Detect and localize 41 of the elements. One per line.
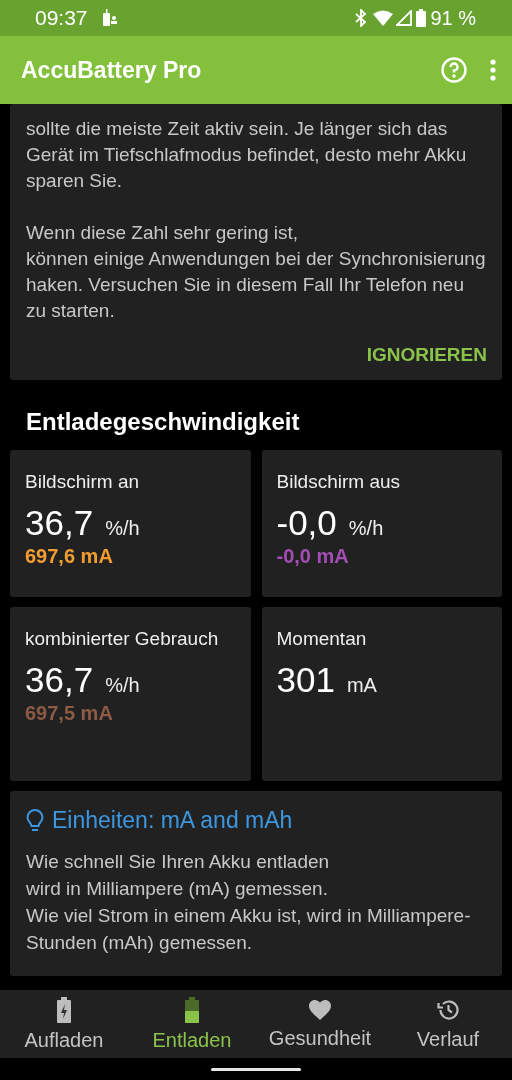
nav-tab[interactable]: Verlauf xyxy=(384,990,512,1058)
wifi-icon xyxy=(373,10,394,26)
section-title: Entladegeschwindigkeit xyxy=(26,408,301,436)
rate-value: 36,7 xyxy=(25,503,94,543)
lightbulb-icon xyxy=(26,808,44,833)
rate-unit: %/h xyxy=(348,517,384,540)
notice-text: Wenn diese Zahl sehr gering ist, können einige Anwendungen bei der Synchronisierung haken. Versuchen Sie in diesem Fall Ihr Telefon neu zu starten. xyxy=(26,221,487,323)
rate-label: Bildschirm aus xyxy=(276,470,402,494)
heart-icon xyxy=(307,998,333,1021)
nav-tab[interactable]: Gesundheit xyxy=(256,990,384,1058)
battery-bolt-icon xyxy=(57,996,71,1023)
battery-status-icon xyxy=(416,9,427,27)
rate-value: -0,0 xyxy=(276,503,337,543)
rate-value: 301 xyxy=(276,660,335,700)
battery-icon xyxy=(185,996,199,1023)
rate-label: Bildschirm an xyxy=(25,470,141,494)
nav-tab[interactable]: Entladen xyxy=(128,990,256,1058)
help-button[interactable] xyxy=(440,56,468,84)
status-time: 09:37 xyxy=(35,6,88,30)
notice-text: sollte die meiste Zeit aktiv sein. Je länger sich das Gerät im Tiefschlafmodus befindet, desto mehr Akku sparen Sie. xyxy=(26,117,468,193)
phone-person-icon xyxy=(101,9,118,27)
app-title: AccuBattery Pro xyxy=(21,56,203,84)
signal-icon xyxy=(396,10,413,26)
current-value: 697,6 mA xyxy=(25,545,114,568)
rate-label: Momentan xyxy=(276,627,368,651)
bluetooth-icon xyxy=(355,9,368,27)
rate-value: 36,7 xyxy=(25,660,94,700)
ignore-button[interactable]: IGNORIEREN xyxy=(366,344,487,366)
rate-unit: %/h xyxy=(105,674,140,697)
nav-tab[interactable]: Aufladen xyxy=(0,990,128,1058)
info-text: Wie schnell Sie Ihren Akku entladen wird in Milliampere (mA) gemessen. Wie viel Strom in einem Akku ist, wird in Milliampere-Stunden (mAh) gemessen. xyxy=(26,850,472,955)
rate-unit: %/h xyxy=(105,517,140,540)
battery-percentage: 91 % xyxy=(430,6,476,30)
rate-unit: mA xyxy=(346,674,377,697)
current-value: 697,5 mA xyxy=(25,702,114,725)
current-value: -0,0 mA xyxy=(276,545,350,568)
info-title: Einheiten: mA and mAh xyxy=(52,807,293,834)
history-icon xyxy=(435,997,461,1022)
rate-label: kombinierter Gebrauch xyxy=(25,627,220,651)
more-menu-button[interactable] xyxy=(490,59,496,81)
gesture-handle[interactable] xyxy=(211,1067,301,1071)
